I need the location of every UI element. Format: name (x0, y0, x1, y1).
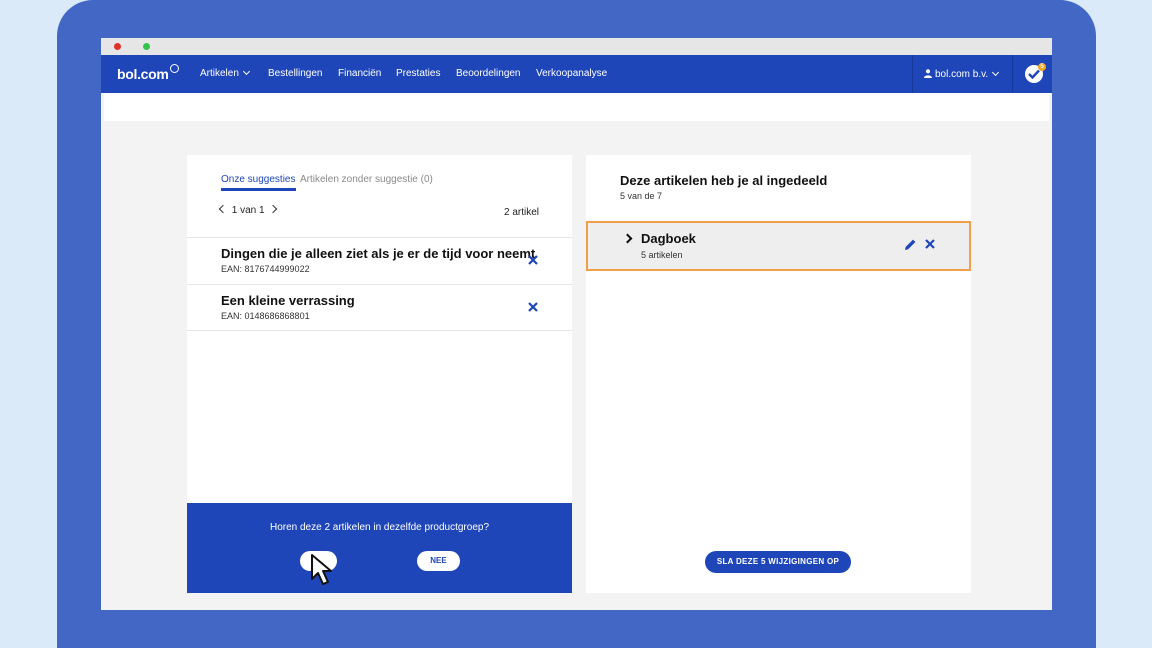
user-menu[interactable]: bol.com b.v. (924, 68, 1000, 80)
panel-title: Deze artikelen heb je al ingedeeld (620, 173, 828, 188)
group-name: Dagboek (641, 231, 696, 246)
bol-logo[interactable]: bol.com (117, 64, 179, 82)
item-ean: EAN: 0148686868801 (221, 311, 310, 321)
list-item: Dingen die je alleen ziet als je er de t… (187, 237, 572, 284)
nav-divider (912, 55, 913, 93)
browser-window: bol.com Artikelen Bestellingen Financiën… (101, 38, 1052, 610)
nav-prestaties[interactable]: Prestaties (396, 68, 440, 79)
panel-subtitle: 5 van de 7 (620, 191, 663, 201)
maximize-window-dot[interactable] (143, 43, 150, 50)
group-count: 5 artikelen (641, 250, 683, 260)
close-icon[interactable] (924, 238, 936, 250)
question-text: Horen deze 2 artikelen in dezelfde produ… (269, 522, 490, 533)
suggestions-panel: Onze suggesties Artikelen zonder suggest… (187, 155, 572, 593)
window-titlebar (101, 38, 1052, 55)
no-button[interactable]: NEE (417, 551, 460, 571)
nav-divider (1012, 55, 1013, 93)
article-count: 2 artikel (503, 207, 539, 218)
chevron-down-icon (242, 67, 250, 76)
close-window-dot[interactable] (114, 43, 121, 50)
nav-financien[interactable]: Financiën (338, 68, 381, 79)
nav-bestellingen[interactable]: Bestellingen (268, 68, 322, 79)
nav-beoordelingen[interactable]: Beoordelingen (456, 68, 521, 79)
mouse-cursor-icon (311, 554, 332, 585)
group-row[interactable]: Dagboek 5 artikelen (586, 221, 971, 271)
chevron-right-icon[interactable] (622, 233, 633, 244)
top-navigation: bol.com Artikelen Bestellingen Financiën… (101, 55, 1052, 93)
tasks-button[interactable]: 5 (1024, 63, 1046, 85)
item-ean: EAN: 8176744999022 (221, 264, 310, 274)
pager: 1 van 1 (218, 204, 278, 216)
chevron-left-icon[interactable] (218, 204, 228, 214)
list-item: Een kleine verrassing EAN: 0148686868801 (187, 284, 572, 331)
item-title: Een kleine verrassing (221, 293, 355, 308)
pencil-icon[interactable] (904, 238, 917, 251)
question-box: Horen deze 2 artikelen in dezelfde produ… (187, 503, 572, 593)
pager-label: 1 van 1 (231, 205, 265, 216)
item-title: Dingen die je alleen ziet als je er de t… (221, 246, 536, 261)
close-icon[interactable] (527, 254, 539, 266)
save-changes-button[interactable]: SLA DEZE 5 WIJZIGINGEN OP (705, 551, 851, 573)
close-icon[interactable] (527, 301, 539, 313)
chevron-down-icon (992, 68, 1000, 77)
tab-artikelen-zonder-suggestie[interactable]: Artikelen zonder suggestie (0) (300, 174, 433, 185)
classified-panel: Deze artikelen heb je al ingedeeld 5 van… (586, 155, 971, 593)
subheader-bar (104, 93, 1049, 121)
logo-badge-icon (169, 64, 179, 73)
notification-badge: 5 (1038, 63, 1046, 71)
user-icon (924, 69, 932, 78)
tab-onze-suggesties[interactable]: Onze suggesties (221, 174, 296, 191)
nav-verkoopanalyse[interactable]: Verkoopanalyse (536, 68, 607, 79)
nav-artikelen[interactable]: Artikelen (200, 67, 250, 79)
chevron-right-icon[interactable] (269, 204, 278, 214)
